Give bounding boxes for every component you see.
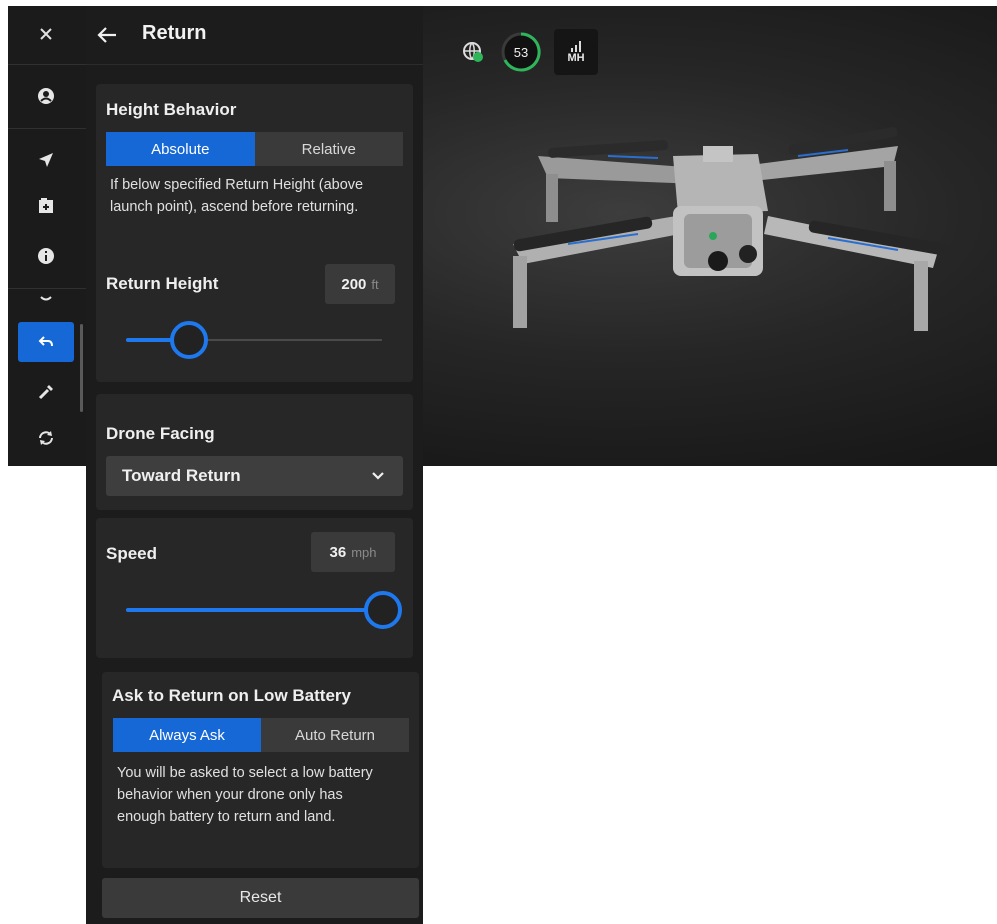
rail-navigate-button[interactable] (18, 140, 74, 180)
always-ask-option[interactable]: Always Ask (113, 718, 261, 752)
low-battery-title: Ask to Return on Low Battery (112, 686, 351, 705)
rail-media-button[interactable] (18, 186, 74, 226)
auto-return-option[interactable]: Auto Return (261, 718, 409, 752)
panel-header: Return (86, 6, 423, 65)
rail-scrollbar[interactable] (80, 324, 83, 412)
return-height-value: 200 (341, 275, 367, 293)
return-icon (38, 336, 53, 347)
return-height-slider[interactable] (126, 320, 382, 360)
return-settings-panel: Return Height Behavior Absolute Relative… (86, 6, 423, 924)
sync-icon (39, 431, 53, 445)
navigate-icon (39, 153, 53, 167)
low-battery-toggle: Always Ask Auto Return (113, 718, 409, 752)
signal-icon (571, 41, 581, 52)
file-icon (39, 198, 53, 213)
rail-sync-button[interactable] (18, 418, 74, 458)
gps-globe-icon (458, 29, 488, 75)
signal-indicator: MH (554, 29, 598, 75)
relative-option[interactable]: Relative (254, 132, 403, 166)
speed-card: Speed 36 mph (96, 518, 413, 658)
person-icon (38, 88, 54, 104)
height-behavior-title: Height Behavior (106, 100, 237, 119)
return-height-unit: ft (371, 276, 379, 292)
drone-facing-label: Drone Facing (106, 424, 215, 443)
return-height-value-box[interactable]: 200 ft (325, 264, 395, 304)
speed-value-box[interactable]: 36 mph (311, 532, 395, 572)
rail-profile-button[interactable] (18, 76, 74, 116)
page-title: Return (142, 22, 207, 44)
speed-label: Speed (106, 544, 158, 563)
status-bar: 53 MH (458, 28, 598, 76)
flashlight-icon (38, 385, 53, 400)
speed-unit: mph (351, 544, 377, 560)
chevron-icon (40, 296, 52, 301)
close-button[interactable] (18, 14, 74, 54)
icon-rail (8, 6, 86, 466)
close-icon (40, 28, 52, 40)
speed-slider-thumb[interactable] (364, 591, 402, 629)
back-arrow-icon[interactable] (94, 22, 120, 48)
speed-slider[interactable] (126, 590, 402, 630)
reset-button[interactable]: Reset (102, 878, 419, 918)
low-battery-card: Ask to Return on Low Battery Always Ask … (102, 672, 419, 868)
return-height-slider-thumb[interactable] (169, 321, 208, 359)
drone-facing-card: Drone Facing Toward Return (96, 394, 413, 510)
battery-value: 53 (513, 44, 529, 60)
absolute-option[interactable]: Absolute (106, 132, 255, 166)
low-battery-description: You will be asked to select a low batter… (117, 765, 373, 825)
drone-facing-value: Toward Return (122, 466, 241, 485)
info-icon (38, 248, 54, 264)
drone-facing-dropdown[interactable]: Toward Return (106, 456, 403, 496)
height-behavior-toggle: Absolute Relative (106, 132, 403, 166)
rail-flashlight-button[interactable] (18, 372, 74, 412)
height-behavior-card: Height Behavior Absolute Relative If bel… (96, 84, 413, 382)
rail-collapse-button[interactable] (18, 284, 74, 314)
speed-value: 36 (329, 543, 347, 561)
battery-gauge: 53 (498, 29, 544, 75)
return-height-label: Return Height (106, 274, 219, 293)
rail-return-button[interactable] (18, 322, 74, 362)
chevron-down-icon (372, 472, 384, 480)
signal-label: MH (567, 52, 585, 64)
rail-info-button[interactable] (18, 236, 74, 276)
height-behavior-description: If below specified Return Height (above … (110, 177, 364, 215)
